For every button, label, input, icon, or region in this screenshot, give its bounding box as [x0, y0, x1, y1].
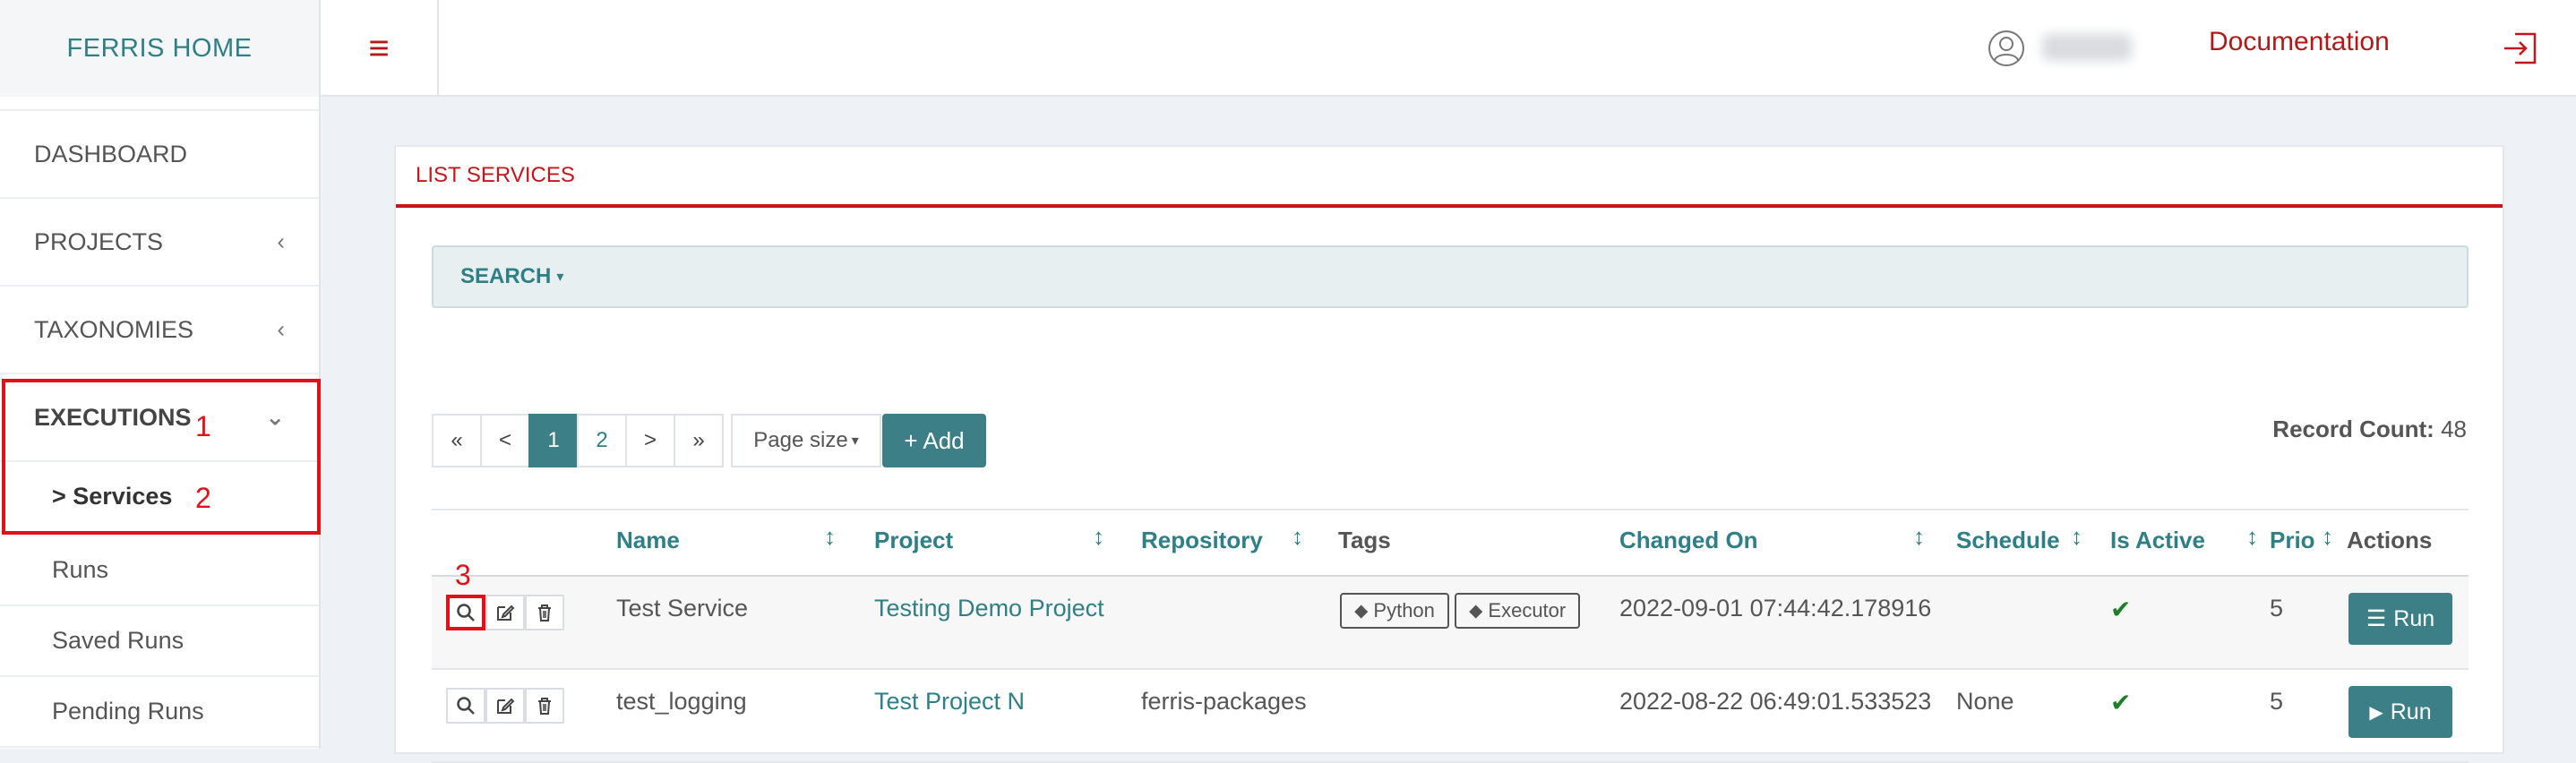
sidebar-subitem-saved-runs[interactable]: Saved Runs — [0, 606, 319, 677]
annotation-number: 3 — [455, 559, 471, 591]
repository: ferris-packages — [1141, 688, 1307, 715]
sidebar-item-label: DASHBOARD — [34, 140, 188, 167]
record-count: Record Count: 48 — [2272, 416, 2467, 443]
caret-down-icon: ▾ — [851, 433, 859, 449]
column-header-schedule[interactable]: Schedule — [1956, 527, 2060, 554]
tag-icon: ⬥ — [1354, 599, 1369, 622]
sort-icon[interactable]: ↕ — [824, 523, 836, 551]
sidebar-item-dashboard[interactable]: DASHBOARD — [0, 111, 319, 199]
edit-button[interactable] — [485, 595, 525, 630]
panel-title: LIST SERVICES — [396, 147, 2503, 208]
column-header-tags: Tags — [1338, 527, 1391, 553]
view-button[interactable] — [446, 688, 485, 724]
column-header-project[interactable]: Project — [874, 527, 953, 554]
delete-button[interactable] — [525, 688, 564, 724]
first-page-button[interactable]: « — [432, 414, 482, 467]
add-button[interactable]: + Add — [882, 414, 986, 467]
search-icon — [457, 697, 475, 715]
list-services-panel: LIST SERVICES SEARCH ▾ « < 1 2 > » Page … — [394, 145, 2504, 763]
table-row: test_logging Test Project N ferris-packa… — [432, 670, 2469, 763]
sort-icon[interactable]: ↕ — [1292, 523, 1303, 551]
page-1-button[interactable]: 1 — [528, 414, 579, 467]
sidebar-item-label: PROJECTS — [34, 227, 164, 255]
schedule: None — [1956, 688, 2014, 715]
column-header-actions: Actions — [2347, 527, 2433, 553]
column-header-repository[interactable]: Repository — [1141, 527, 1263, 554]
sort-icon[interactable]: ↕ — [1913, 523, 1925, 551]
run-button[interactable]: ▶ Run — [2348, 686, 2452, 738]
sidebar-subitem-label: Pending Runs — [52, 698, 204, 724]
tag-label: Executor — [1488, 599, 1567, 622]
table-row: Test Service Testing Demo Project ⬥ Pytho… — [432, 577, 2469, 670]
user-name-blurred — [2042, 34, 2132, 61]
view-button[interactable] — [446, 595, 485, 630]
edit-icon — [497, 698, 515, 714]
sidebar-item-label: TAXONOMIES — [34, 315, 194, 343]
record-count-label: Record Count: — [2272, 416, 2434, 442]
run-button[interactable]: ☰ Run — [2348, 593, 2452, 645]
search-icon — [457, 604, 475, 622]
prio: 5 — [2270, 595, 2284, 622]
last-page-button[interactable]: » — [674, 414, 724, 467]
delete-button[interactable] — [525, 595, 564, 630]
annotation-highlight-box — [2, 379, 321, 535]
annotation-number: 2 — [195, 482, 211, 514]
check-icon: ✔ — [2110, 596, 2132, 623]
documentation-link[interactable]: Documentation — [2209, 27, 2390, 57]
column-header-changed-on[interactable]: Changed On — [1619, 527, 1758, 554]
changed-on: 2022-08-22 06:49:01.533523 — [1619, 688, 1932, 715]
column-header-name[interactable]: Name — [616, 527, 680, 554]
column-header-prio[interactable]: Prio — [2270, 527, 2315, 554]
page-size-label: Page size — [753, 428, 848, 452]
sidebar-item-taxonomies[interactable]: TAXONOMIES ‹ — [0, 287, 319, 374]
top-bar: FERRIS HOME ≡ Documentation — [0, 0, 2576, 97]
caret-down-icon: ▾ — [556, 270, 564, 285]
logout-icon[interactable] — [2501, 29, 2540, 68]
pagination: « < 1 2 > » — [432, 414, 724, 467]
tag-badge[interactable]: ⬥ Python — [1340, 593, 1449, 629]
prev-page-button[interactable]: < — [480, 414, 530, 467]
sort-icon[interactable]: ↕ — [2322, 523, 2333, 551]
trash-icon — [538, 698, 551, 715]
edit-icon — [497, 604, 515, 621]
search-label: SEARCH — [460, 264, 552, 288]
sort-icon[interactable]: ↕ — [2071, 523, 2082, 551]
check-icon: ✔ — [2110, 689, 2132, 716]
tag-badge[interactable]: ⬥ Executor — [1455, 593, 1581, 629]
page-size-dropdown[interactable]: Page size ▾ — [731, 414, 881, 467]
annotation-number: 1 — [195, 410, 211, 442]
sort-icon[interactable]: ↕ — [1093, 523, 1104, 551]
sidebar-subitem-label: Runs — [52, 556, 109, 583]
prio: 5 — [2270, 688, 2284, 715]
user-circle-icon[interactable] — [1987, 29, 2026, 68]
project-link[interactable]: Test Project N — [874, 688, 1025, 716]
next-page-button[interactable]: > — [625, 414, 675, 467]
play-icon: ▶ — [2369, 702, 2383, 723]
tag-label: Python — [1373, 599, 1435, 622]
chevron-left-icon: ‹ — [277, 315, 285, 343]
column-header-is-active[interactable]: Is Active — [2110, 527, 2205, 554]
run-label: Run — [2393, 605, 2435, 631]
page-2-button[interactable]: 2 — [577, 414, 627, 467]
sidebar-subitem-pending-runs[interactable]: Pending Runs — [0, 677, 319, 748]
list-icon: ☰ — [2366, 606, 2387, 631]
sidebar-subitem-runs[interactable]: Runs — [0, 536, 319, 606]
search-toggle[interactable]: SEARCH ▾ — [432, 245, 2469, 308]
run-label: Run — [2390, 699, 2432, 724]
changed-on: 2022-09-01 07:44:42.178916 — [1619, 595, 1932, 622]
sidebar-item-projects[interactable]: PROJECTS ‹ — [0, 199, 319, 287]
service-name: Test Service — [616, 595, 749, 622]
tag-icon: ⬥ — [1469, 599, 1483, 622]
chevron-left-icon: ‹ — [277, 227, 285, 255]
project-link[interactable]: Testing Demo Project — [874, 595, 1104, 622]
table-header: Name ↕ Project ↕ Repository ↕ Tags Chang… — [432, 509, 2469, 577]
hamburger-icon[interactable]: ≡ — [321, 0, 439, 97]
trash-icon — [538, 604, 551, 622]
sidebar-subitem-label: Saved Runs — [52, 627, 185, 654]
sort-icon[interactable]: ↕ — [2246, 523, 2258, 551]
edit-button[interactable] — [485, 688, 525, 724]
record-count-value: 48 — [2441, 416, 2467, 442]
brand-home-link[interactable]: FERRIS HOME — [0, 0, 321, 97]
service-name: test_logging — [616, 688, 747, 715]
